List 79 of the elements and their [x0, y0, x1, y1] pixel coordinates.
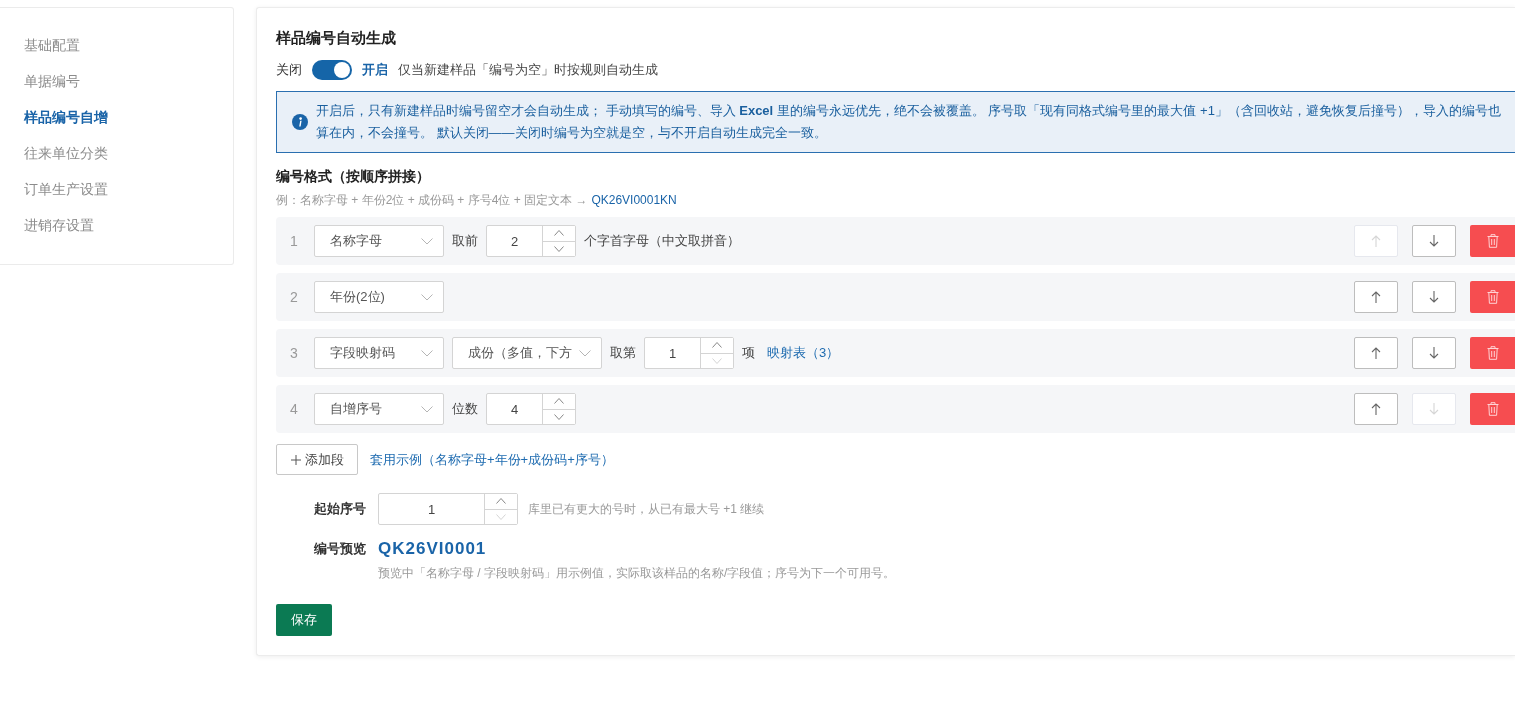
- section-title: 样品编号自动生成: [276, 28, 396, 48]
- alert-text: 开启后，只有新建样品时编号留空才会自动生成； 手动填写的编号、导入 Excel 里的编号永远优先，绝不会被覆盖。 序号取「现有同格式编号里的最大值 +1」（含回收站，避免恢复后撞号），导入的编号也算在内，不会撞号。 默认关闭——关闭时编号为空就是空，与不开启自动生成完全一致。: [316, 102, 1502, 142]
- start-number-label: 起始序号: [313, 500, 366, 518]
- number-input[interactable]: 2: [486, 225, 576, 257]
- sidebar-item[interactable]: 往来单位分类: [24, 135, 108, 171]
- info-icon: [292, 114, 308, 130]
- row-number: 2: [289, 289, 299, 305]
- toggle-hint: 仅当新建样品「编号为空」时按规则自动生成: [398, 61, 658, 79]
- chevron-down-icon: [421, 293, 433, 301]
- trash-icon: [1486, 402, 1499, 416]
- number-input[interactable]: 4: [486, 393, 576, 425]
- off-label: 关闭: [276, 61, 302, 79]
- chevron-up-icon: [496, 498, 506, 505]
- arrow-down-icon: [1429, 347, 1439, 359]
- example-result: QK26VI0001KN: [591, 192, 677, 209]
- row-number: 3: [289, 345, 299, 361]
- select-field[interactable]: 成份（多值，下方: [452, 337, 602, 369]
- arrow-down-icon: [1429, 235, 1439, 247]
- on-label: 开启: [362, 61, 388, 79]
- chevron-down-icon: [496, 513, 506, 520]
- select-field[interactable]: 自增序号: [314, 393, 444, 425]
- chevron-down-icon: [712, 357, 722, 364]
- format-title: 编号格式（按顺序拼接）: [276, 167, 430, 186]
- sidebar-item[interactable]: 基础配置: [24, 27, 80, 63]
- delete-button[interactable]: [1470, 281, 1515, 313]
- trash-icon: [1486, 234, 1499, 248]
- add-segment-button[interactable]: 添加段: [276, 444, 358, 475]
- move-down-button[interactable]: [1412, 337, 1456, 369]
- start-number-hint: 库里已有更大的号时，从已有最大号 +1 继续: [528, 500, 765, 518]
- move-up-button[interactable]: [1354, 393, 1398, 425]
- field-label: 取前: [452, 232, 478, 250]
- chevron-down-icon: [554, 245, 564, 252]
- chevron-down-icon: [579, 349, 591, 357]
- row-number: 4: [289, 401, 299, 417]
- trash-icon: [1486, 346, 1499, 360]
- example-text: 例：名称字母 + 年份2位 + 成份码 + 序号4位 + 固定文本 →: [276, 192, 588, 209]
- move-up-button[interactable]: [1354, 337, 1398, 369]
- arrow-up-icon: [1371, 235, 1381, 247]
- arrow-down-icon: [1429, 403, 1439, 415]
- field-label: 位数: [452, 400, 478, 418]
- number-input[interactable]: 1: [644, 337, 734, 369]
- field-hint: 个字首字母（中文取拼音）: [584, 232, 740, 250]
- sidebar-item[interactable]: 订单生产设置: [24, 171, 108, 207]
- row-number: 1: [289, 233, 299, 249]
- move-down-button[interactable]: [1412, 225, 1456, 257]
- move-down-button[interactable]: [1412, 281, 1456, 313]
- select-field[interactable]: 名称字母: [314, 225, 444, 257]
- save-button[interactable]: 保存: [276, 604, 332, 636]
- chevron-down-icon: [421, 405, 433, 413]
- sidebar-item[interactable]: 单据编号: [24, 63, 80, 99]
- field-hint: 项: [742, 344, 755, 362]
- arrow-up-icon: [1371, 347, 1381, 359]
- arrow-up-icon: [1371, 403, 1381, 415]
- chevron-up-icon: [712, 342, 722, 349]
- chevron-down-icon: [554, 413, 564, 420]
- apply-example-link[interactable]: 套用示例（名称字母+年份+成份码+序号）: [370, 450, 614, 469]
- chevron-down-icon: [421, 349, 433, 357]
- chevron-up-icon: [554, 230, 564, 237]
- sidebar-item[interactable]: 进销存设置: [24, 207, 94, 243]
- plus-icon: [290, 454, 301, 465]
- delete-button[interactable]: [1470, 393, 1515, 425]
- toggle-switch[interactable]: [312, 60, 352, 80]
- move-up-button[interactable]: [1354, 281, 1398, 313]
- mapping-link[interactable]: 映射表（3）: [767, 344, 840, 362]
- field-label: 取第: [610, 344, 636, 362]
- preview-note: 预览中「名称字母 / 字段映射码」用示例值，实际取该样品的名称/字段值；序号为下一个可用号。: [378, 565, 896, 582]
- preview-value: QK26VI0001: [378, 538, 487, 560]
- arrow-down-icon: [1429, 291, 1439, 303]
- trash-icon: [1486, 290, 1499, 304]
- select-field[interactable]: 字段映射码: [314, 337, 444, 369]
- select-field[interactable]: 年份(2位): [314, 281, 444, 313]
- chevron-up-icon: [554, 398, 564, 405]
- arrow-up-icon: [1371, 291, 1381, 303]
- delete-button[interactable]: [1470, 337, 1515, 369]
- number-input[interactable]: 1: [378, 493, 518, 525]
- chevron-down-icon: [421, 237, 433, 245]
- preview-label: 编号预览: [313, 540, 366, 558]
- delete-button[interactable]: [1470, 225, 1515, 257]
- sidebar-item[interactable]: 样品编号自增: [24, 99, 108, 135]
